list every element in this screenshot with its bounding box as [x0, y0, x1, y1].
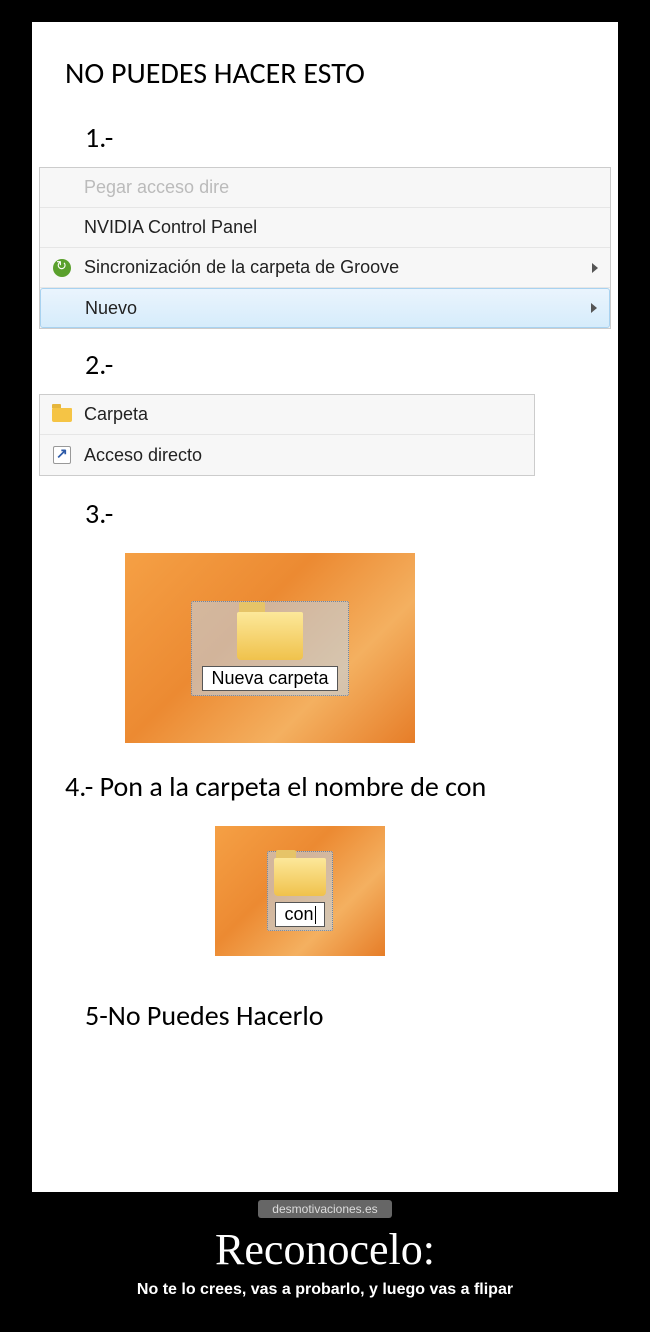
sync-icon	[48, 259, 76, 277]
step-5-label: 5-No Puedes Hacerlo	[35, 974, 615, 1041]
step-3-label: 3.-	[35, 488, 615, 539]
desktop-preview-2: con	[215, 826, 385, 956]
caption-subtitle: No te lo crees, vas a probarlo, y luego …	[0, 1281, 650, 1299]
step-2-label: 2.-	[35, 339, 615, 390]
menu-item-label: Acceso directo	[84, 445, 522, 466]
context-menu-1: Pegar acceso dire NVIDIA Control Panel S…	[39, 167, 611, 329]
shortcut-icon	[48, 446, 76, 464]
menu-item-nuevo[interactable]: Nuevo	[40, 288, 610, 328]
folder-icon	[48, 408, 76, 422]
submenu-arrow-icon	[591, 303, 597, 313]
new-folder-selected[interactable]: Nueva carpeta	[191, 601, 348, 696]
menu-item-label: Sincronización de la carpeta de Groove	[84, 257, 592, 278]
watermark-badge: desmotivaciones.es	[258, 1200, 391, 1218]
step-4-label: 4.- Pon a la carpeta el nombre de con	[35, 761, 615, 812]
menu-item-shortcut[interactable]: Acceso directo	[40, 435, 534, 475]
submenu-arrow-icon	[592, 263, 598, 273]
menu-item-paste-shortcut[interactable]: Pegar acceso dire	[40, 168, 610, 208]
rename-folder-selected[interactable]: con	[267, 851, 333, 931]
folder-icon	[274, 858, 326, 896]
folder-name-input[interactable]: Nueva carpeta	[202, 666, 337, 691]
step-1-label: 1.-	[35, 112, 615, 163]
poster-frame: NO PUEDES HACER ESTO 1.- Pegar acceso di…	[32, 22, 618, 1192]
poster-content: NO PUEDES HACER ESTO 1.- Pegar acceso di…	[35, 25, 615, 1189]
folder-rename-input[interactable]: con	[275, 902, 324, 927]
context-menu-2: Carpeta Acceso directo	[39, 394, 535, 476]
folder-name-text: Nueva carpeta	[211, 668, 328, 688]
main-heading: NO PUEDES HACER ESTO	[35, 45, 615, 112]
text-cursor-icon	[315, 906, 316, 924]
menu-item-carpeta[interactable]: Carpeta	[40, 395, 534, 435]
menu-item-label: Carpeta	[84, 404, 522, 425]
menu-item-label: Pegar acceso dire	[84, 177, 598, 198]
folder-rename-text: con	[284, 904, 313, 924]
menu-item-label: NVIDIA Control Panel	[84, 217, 598, 238]
folder-icon	[237, 612, 303, 660]
menu-item-groove-sync[interactable]: Sincronización de la carpeta de Groove	[40, 248, 610, 288]
menu-item-label: Nuevo	[85, 298, 591, 319]
caption-area: desmotivaciones.es Reconocelo: No te lo …	[0, 1200, 650, 1299]
desktop-preview-1: Nueva carpeta	[125, 553, 415, 743]
menu-item-nvidia[interactable]: NVIDIA Control Panel	[40, 208, 610, 248]
caption-title: Reconocelo:	[0, 1224, 650, 1275]
